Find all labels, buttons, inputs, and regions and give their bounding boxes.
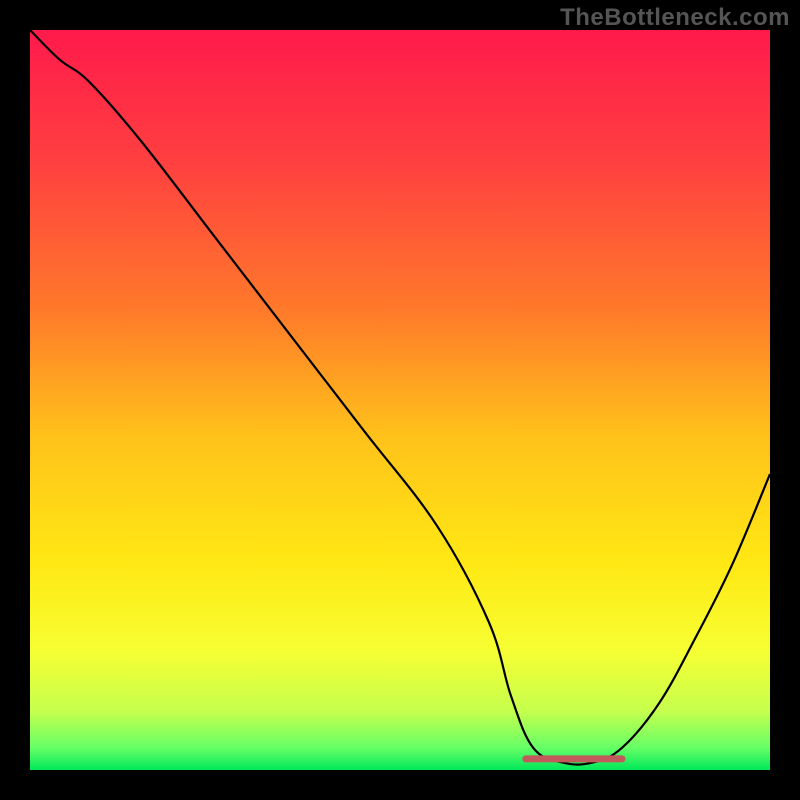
plot-area (30, 30, 770, 770)
watermark-text: TheBottleneck.com (560, 4, 790, 32)
chart-frame: TheBottleneck.com (0, 0, 800, 800)
bottleneck-curve (30, 30, 770, 765)
curve-layer (30, 30, 770, 770)
